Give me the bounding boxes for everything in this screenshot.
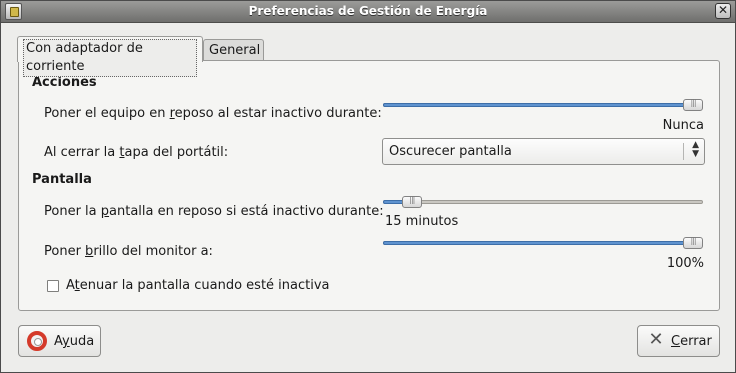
- brightness-value: 100%: [666, 256, 704, 271]
- help-lifebuoy-icon: [27, 331, 47, 351]
- section-acciones-heading: Acciones: [32, 75, 97, 90]
- lid-label: Al cerrar la tapa del portátil:: [44, 145, 229, 160]
- combo-separator: [683, 143, 684, 160]
- display-sleep-slider-trough: [383, 200, 703, 204]
- dim-display-checkbox[interactable]: [47, 280, 59, 292]
- help-button[interactable]: Ayuda: [18, 325, 101, 357]
- brightness-slider-fill: [383, 241, 693, 245]
- section-pantalla-heading: Pantalla: [32, 172, 92, 187]
- display-sleep-label: Poner la pantalla en reposo si está inac…: [44, 204, 384, 219]
- close-x-icon: ✕: [648, 329, 664, 350]
- title-bar[interactable]: Preferencias de Gestión de Energía ✕: [1, 1, 735, 23]
- window-title: Preferencias de Gestión de Energía: [248, 4, 488, 18]
- tab-ac-adapter[interactable]: Con adaptador de corriente: [17, 36, 203, 77]
- sleep-slider-thumb[interactable]: [683, 98, 703, 111]
- lid-action-combo[interactable]: Oscurecer pantalla ▲ ▼: [382, 138, 705, 165]
- display-sleep-slider-thumb[interactable]: [401, 195, 422, 208]
- display-sleep-slider[interactable]: [383, 193, 703, 213]
- brightness-slider-thumb[interactable]: [683, 236, 703, 249]
- close-button-label: Cerrar: [671, 334, 712, 349]
- dim-display-label[interactable]: Atenuar la pantalla cuando esté inactiva: [66, 278, 330, 293]
- combo-updown-icon: ▲ ▼: [692, 140, 699, 159]
- window-close-icon[interactable]: ✕: [715, 3, 731, 19]
- preferences-window: Preferencias de Gestión de Energía ✕ Con…: [0, 0, 736, 373]
- sleep-value: Nunca: [662, 118, 704, 133]
- display-sleep-value: 15 minutos: [385, 214, 459, 229]
- brightness-label: Poner brillo del monitor a:: [44, 244, 213, 259]
- sleep-slider[interactable]: [383, 96, 703, 116]
- close-button[interactable]: ✕ Cerrar: [637, 325, 720, 357]
- tab-ac-adapter-label: Con adaptador de corriente: [23, 39, 197, 77]
- sleep-slider-fill: [383, 103, 693, 107]
- help-button-label: Ayuda: [54, 334, 95, 349]
- lid-action-selected: Oscurecer pantalla: [389, 144, 512, 159]
- sleep-label: Poner el equipo en reposo al estar inact…: [44, 106, 382, 121]
- brightness-slider[interactable]: [383, 234, 703, 254]
- tab-general-label: General: [209, 43, 261, 58]
